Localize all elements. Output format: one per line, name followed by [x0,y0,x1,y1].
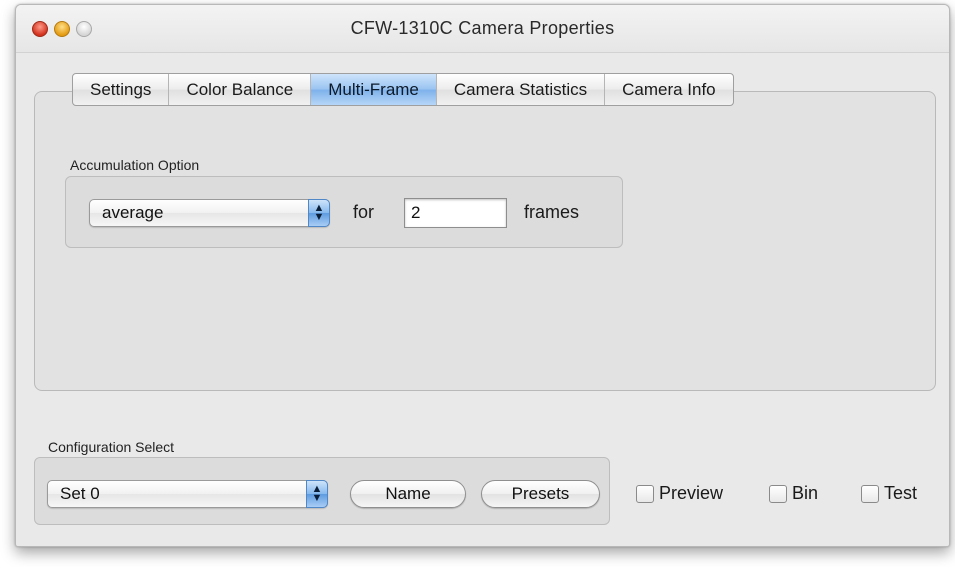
camera-properties-window: CFW-1310C Camera Properties Accumulation… [15,4,950,547]
frames-label: frames [524,202,580,222]
preview-checkbox[interactable]: Preview [636,483,723,504]
accumulation-option-group: average ▲ ▼ for 2 frames [65,176,623,248]
bin-checkbox-label: Bin [792,483,819,503]
up-down-chevron-icon: ▲ ▼ [306,480,328,508]
name-button[interactable]: Name [350,480,466,508]
frames-count-input[interactable]: 2 [404,198,507,228]
configuration-set-value: Set 0 [60,484,100,503]
bin-checkbox-box[interactable] [769,484,787,503]
for-label: for [353,202,375,222]
tab-content-panel: Accumulation Option average ▲ ▼ for 2 fra… [34,91,936,391]
preview-checkbox-label: Preview [659,483,724,503]
tab-bar: Settings Color Balance Multi-Frame Camer… [72,73,734,106]
tab-multi-frame[interactable]: Multi-Frame [311,74,437,105]
up-down-chevron-icon: ▲ ▼ [308,199,330,227]
tab-camera-info[interactable]: Camera Info [605,74,733,105]
title-bar[interactable]: CFW-1310C Camera Properties [16,5,949,53]
configuration-select-label: Configuration Select [48,439,175,455]
tab-camera-statistics[interactable]: Camera Statistics [437,74,606,105]
bin-checkbox[interactable]: Bin [769,483,818,504]
accumulation-mode-select[interactable]: average ▲ ▼ [89,199,330,227]
accumulation-option-label: Accumulation Option [70,157,200,173]
accumulation-mode-value: average [102,203,164,222]
configuration-select-group: Set 0 ▲ ▼ Name Presets [34,457,610,525]
configuration-set-select[interactable]: Set 0 ▲ ▼ [47,480,328,508]
test-checkbox-box[interactable] [861,484,879,503]
test-checkbox-label: Test [884,483,918,503]
presets-button[interactable]: Presets [481,480,600,508]
test-checkbox[interactable]: Test [861,483,917,504]
tab-color-balance[interactable]: Color Balance [169,74,312,105]
tab-settings[interactable]: Settings [73,74,170,105]
window-title: CFW-1310C Camera Properties [350,18,615,38]
preview-checkbox-box[interactable] [636,484,654,503]
